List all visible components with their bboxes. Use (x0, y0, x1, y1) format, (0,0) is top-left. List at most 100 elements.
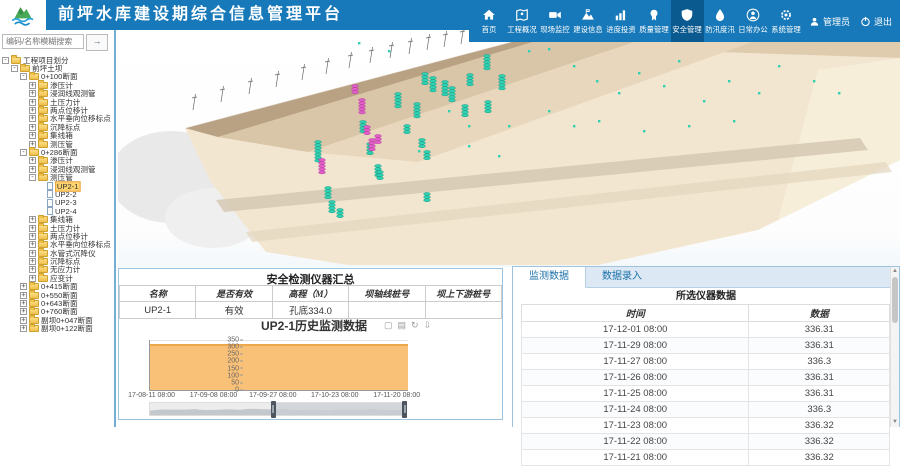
datazoom-slider[interactable] (149, 402, 407, 416)
nav-item-monitor[interactable]: 现场监控 (539, 0, 572, 42)
expand-toggle[interactable]: + (29, 266, 36, 273)
instrument-marker-pink[interactable] (375, 135, 382, 144)
scroll-down-arrow[interactable]: ▼ (891, 418, 899, 427)
y-tick-label: 200 (219, 358, 243, 365)
tree-spacer (38, 208, 45, 215)
tree-item[interactable]: UP2-3 (2, 199, 114, 207)
expand-toggle[interactable]: + (20, 283, 27, 290)
instrument-marker-pink[interactable] (364, 126, 371, 135)
expand-toggle[interactable]: + (20, 317, 27, 324)
chart-plot[interactable] (149, 340, 408, 391)
expand-toggle[interactable]: + (29, 275, 36, 282)
admin-user-button[interactable]: 管理员 (809, 15, 850, 28)
data-col-header: 数据 (749, 305, 890, 322)
restore-icon[interactable]: ▢ (384, 320, 393, 331)
data-row[interactable]: 17-11-21 08:00336.32 (522, 450, 890, 466)
system-icon (779, 8, 793, 22)
expand-toggle[interactable]: + (29, 132, 36, 139)
expand-toggle[interactable]: + (29, 216, 36, 223)
collapse-toggle[interactable]: - (2, 57, 9, 64)
expand-toggle[interactable]: + (29, 250, 36, 257)
data-row[interactable]: 17-11-26 08:00336.31 (522, 370, 890, 386)
expand-toggle[interactable]: + (29, 225, 36, 232)
expand-toggle[interactable]: + (29, 99, 36, 106)
datazoom-left-handle[interactable] (271, 401, 276, 418)
tree-item[interactable]: UP2-1 (2, 182, 114, 190)
nav-item-overview[interactable]: 工程概况 (506, 0, 539, 42)
collapse-toggle[interactable]: - (20, 149, 27, 156)
search-row: → (0, 30, 114, 54)
expand-toggle[interactable]: + (20, 325, 27, 332)
sensor-dot (358, 42, 360, 44)
tab-data-entry[interactable]: 数据录入 (586, 267, 658, 287)
instrument-marker-teal[interactable] (424, 193, 431, 202)
tab-monitor-data[interactable]: 监测数据 (513, 267, 586, 288)
search-input[interactable] (2, 34, 84, 49)
instrument-marker-teal[interactable] (424, 151, 431, 160)
collapse-toggle[interactable]: - (11, 65, 18, 72)
instrument-marker-teal[interactable] (484, 55, 491, 70)
sensor-dot (678, 60, 680, 62)
instrument-marker-teal[interactable] (449, 87, 456, 102)
logout-button[interactable]: 退出 (860, 15, 892, 28)
instrument-marker-teal[interactable] (395, 93, 402, 108)
expand-toggle[interactable]: + (29, 82, 36, 89)
expand-toggle[interactable]: + (29, 115, 36, 122)
nav-item-safety[interactable]: 安全管理 (671, 0, 704, 42)
instrument-marker-teal[interactable] (404, 125, 411, 134)
tree-item-label: UP2-3 (55, 199, 77, 208)
folder-icon (38, 99, 48, 106)
download-icon[interactable]: ⇩ (424, 320, 432, 331)
data-view-icon[interactable]: ▤ (398, 320, 407, 331)
sensor-dot (468, 145, 470, 147)
collapse-toggle[interactable]: - (20, 73, 27, 80)
expand-toggle[interactable]: + (29, 233, 36, 240)
data-row[interactable]: 17-11-24 08:00336.3 (522, 402, 890, 418)
instrument-marker-teal[interactable] (419, 139, 426, 148)
expand-toggle[interactable]: + (20, 308, 27, 315)
data-row[interactable]: 17-11-25 08:00336.31 (522, 386, 890, 402)
nav-item-system[interactable]: 系统管理 (770, 0, 803, 42)
scroll-up-arrow[interactable]: ▲ (891, 267, 899, 276)
datazoom-right-handle[interactable] (402, 401, 407, 418)
expand-toggle[interactable]: + (29, 166, 36, 173)
nav-item-progress[interactable]: 进度投资 (605, 0, 638, 42)
expand-toggle[interactable]: + (29, 241, 36, 248)
instrument-marker-pink[interactable] (352, 85, 359, 94)
nav-item-home[interactable]: 首页 (473, 0, 506, 42)
instrument-marker-teal[interactable] (414, 103, 421, 118)
data-row[interactable]: 17-11-22 08:00336.32 (522, 434, 890, 450)
collapse-toggle[interactable]: - (29, 174, 36, 181)
data-row[interactable]: 17-12-01 08:00336.31 (522, 322, 890, 338)
folder-icon (29, 300, 39, 307)
instrument-marker-teal[interactable] (377, 171, 384, 180)
nav-item-office[interactable]: 日常办公 (737, 0, 770, 42)
expand-toggle[interactable]: + (20, 292, 27, 299)
construction-icon (581, 8, 595, 22)
instrument-marker-teal[interactable] (337, 209, 344, 218)
scroll-thumb[interactable] (892, 277, 898, 323)
scrollbar[interactable]: ▲ ▼ (890, 267, 899, 427)
expand-toggle[interactable]: + (29, 157, 36, 164)
expand-toggle[interactable]: + (29, 124, 36, 131)
tree-item[interactable]: +副坝0+122断面 (2, 325, 114, 333)
expand-toggle[interactable]: + (29, 258, 36, 265)
data-row[interactable]: 17-11-27 08:00336.3 (522, 354, 890, 370)
instrument-marker-pink[interactable] (319, 159, 326, 174)
expand-toggle[interactable]: + (29, 107, 36, 114)
data-row[interactable]: 17-11-29 08:00336.31 (522, 338, 890, 354)
nav-item-flood[interactable]: 防汛度汛 (704, 0, 737, 42)
folder-icon (38, 82, 48, 89)
expand-toggle[interactable]: + (29, 90, 36, 97)
instrument-marker-teal[interactable] (499, 75, 506, 90)
instrument-marker-teal[interactable] (430, 77, 437, 92)
instrument-marker-pink[interactable] (359, 99, 366, 114)
expand-toggle[interactable]: + (20, 300, 27, 307)
data-row[interactable]: 17-11-23 08:00336.32 (522, 418, 890, 434)
nav-item-construction[interactable]: 建设信息 (572, 0, 605, 42)
search-button[interactable]: → (86, 34, 108, 51)
nav-item-quality[interactable]: 质量管理 (638, 0, 671, 42)
instrument-marker-teal[interactable] (442, 81, 449, 96)
dam-3d-view[interactable] (118, 30, 900, 267)
refresh-icon[interactable]: ↻ (411, 320, 419, 331)
